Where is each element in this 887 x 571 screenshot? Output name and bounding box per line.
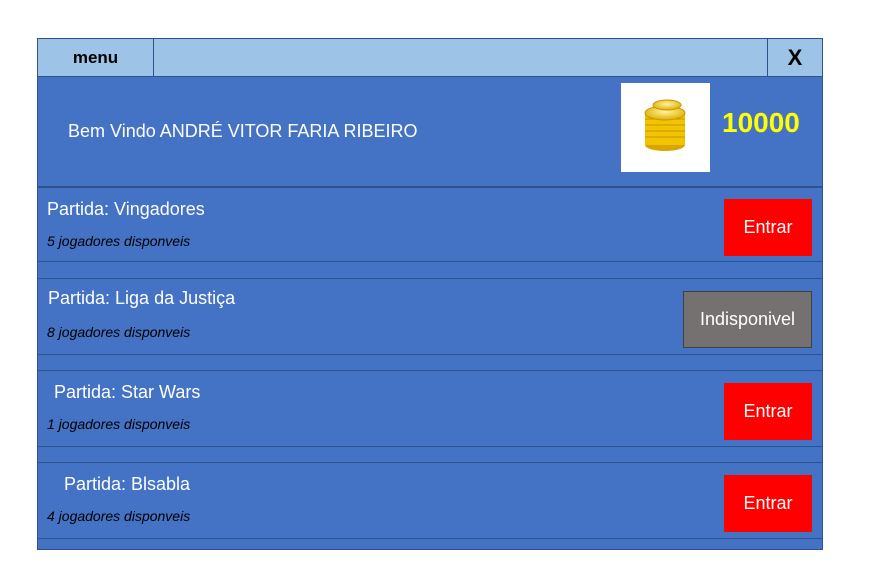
match-row: Partida: Liga da Justiça 8 jogadores dis… [38,278,822,355]
enter-button[interactable]: Entrar [724,475,812,532]
coin-balance: 10000 [722,107,800,138]
match-players: 4 jogadores disponveis [47,508,191,524]
match-row: Partida: Star Wars 1 jogadores disponvei… [38,370,822,447]
match-name: Partida: Star Wars [54,382,201,402]
lobby-window: menu X Bem Vindo ANDRÉ VITOR FARIA RIBEI… [37,38,823,550]
unavailable-button: Indisponivel [683,291,812,348]
close-button[interactable]: X [767,39,822,76]
match-name: Partida: Vingadores [47,199,205,219]
enter-button[interactable]: Entrar [724,199,812,256]
match-players: 5 jogadores disponveis [47,233,191,249]
match-players: 8 jogadores disponveis [47,324,191,340]
match-name: Partida: Blsabla [64,474,191,494]
match-players: 1 jogadores disponveis [47,416,191,432]
match-name: Partida: Liga da Justiça [48,288,236,308]
menu-button[interactable]: menu [38,39,154,76]
top-bar: menu X [38,39,822,77]
enter-button[interactable]: Entrar [724,383,812,440]
match-row: Partida: Vingadores 5 jogadores disponve… [38,187,822,262]
coin-stack-icon [621,83,710,172]
welcome-text: Bem Vindo ANDRÉ VITOR FARIA RIBEIRO [68,121,418,141]
match-row: Partida: Blsabla 4 jogadores disponveis … [38,462,822,539]
